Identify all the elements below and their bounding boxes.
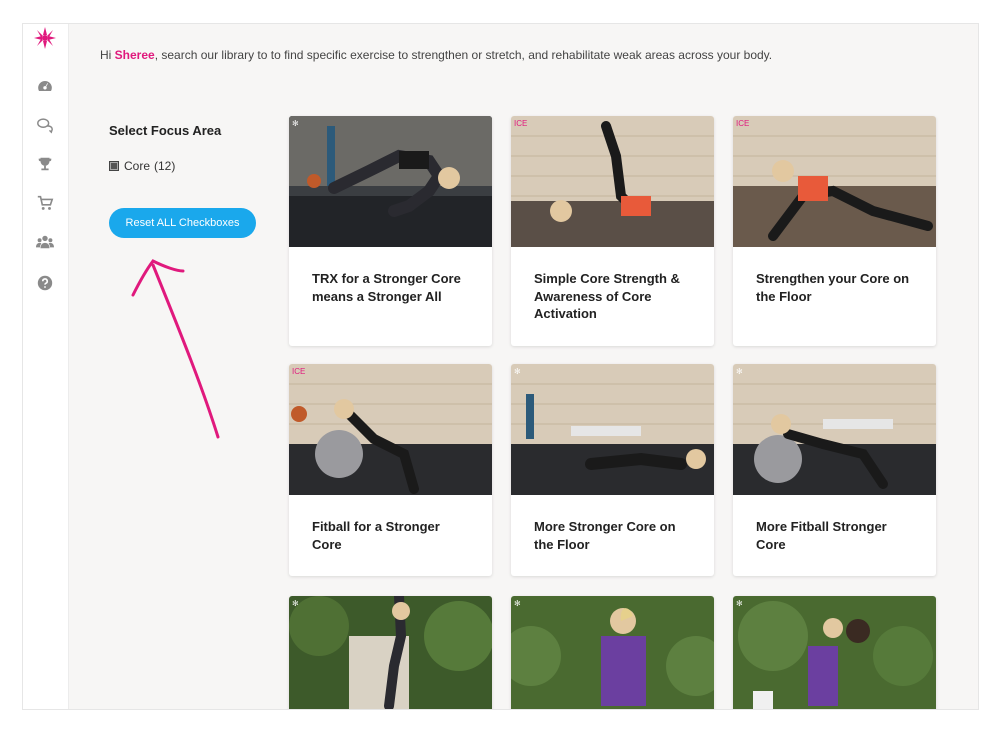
reset-checkboxes-button[interactable]: Reset ALL Checkboxes [109, 208, 256, 238]
greeting-suffix: , search our library to to find specific… [154, 48, 773, 62]
exercise-thumbnail: ICE [289, 364, 492, 495]
user-name: Sheree [114, 48, 155, 62]
exercise-thumbnail: ✻ [289, 596, 492, 709]
exercise-thumbnail: ✻ [511, 596, 714, 709]
exercise-card[interactable]: ✻ More Stronger Core on the Floor [511, 364, 714, 576]
annotation-arrow [131, 259, 220, 439]
greeting-text: Hi Sheree, search our library to to find… [100, 48, 772, 62]
exercise-card[interactable]: ✻ More Fitball Stronger Core [733, 364, 936, 576]
exercise-title: More Stronger Core on the Floor [534, 519, 676, 552]
core-checkbox[interactable] [109, 161, 119, 171]
community-icon[interactable] [34, 232, 56, 252]
brand-text: ICE [736, 119, 750, 128]
exercise-thumbnail: ✻ [511, 364, 714, 495]
exercise-card[interactable]: ✻ [733, 596, 936, 709]
exercise-title: More Fitball Stronger Core [756, 519, 887, 552]
exercise-title: TRX for a Stronger Core means a Stronger… [312, 271, 461, 304]
exercise-card[interactable]: ✻ [511, 596, 714, 709]
exercise-thumbnail: ✻ [733, 596, 936, 709]
exercise-card[interactable]: ICE Fitball for a Stronger Core [289, 364, 492, 576]
exercise-thumbnail: ICE [511, 116, 714, 247]
help-icon[interactable] [34, 273, 56, 293]
brand-mark-icon: ✻ [292, 119, 299, 128]
sidebar [23, 24, 69, 709]
exercise-title: Simple Core Strength & Awareness of Core… [534, 271, 680, 321]
brand-mark-icon: ✻ [292, 599, 299, 608]
trophy-icon[interactable] [34, 154, 56, 174]
focus-option-core[interactable]: Core (12) [109, 159, 175, 173]
brand-text: ICE [514, 119, 528, 128]
exercise-title: Fitball for a Stronger Core [312, 519, 440, 552]
greeting-prefix: Hi [100, 48, 115, 62]
exercise-title: Strengthen your Core on the Floor [756, 271, 910, 304]
exercise-card[interactable]: ✻ TRX for a Stronger Core means a Strong… [289, 116, 492, 346]
focus-option-label: Core [124, 159, 151, 173]
brand-mark-icon: ✻ [736, 367, 743, 376]
brand-logo[interactable] [32, 26, 58, 50]
brand-mark-icon: ✻ [736, 599, 743, 608]
exercise-card[interactable]: ✻ [289, 596, 492, 709]
focus-option-count: (12) [154, 159, 176, 173]
chat-icon[interactable] [34, 115, 56, 135]
app-frame: Hi Sheree, search our library to to find… [22, 23, 979, 710]
exercise-card[interactable]: ICE Simple Core Strength & Awareness of … [511, 116, 714, 346]
brand-mark-icon: ✻ [514, 599, 521, 608]
brand-text: ICE [292, 367, 306, 376]
exercise-thumbnail: ✻ [733, 364, 936, 495]
dashboard-icon[interactable] [34, 76, 56, 96]
exercise-thumbnail: ICE [733, 116, 936, 247]
exercise-thumbnail: ✻ [289, 116, 492, 247]
focus-area-title: Select Focus Area [109, 123, 222, 138]
brand-mark-icon: ✻ [514, 367, 521, 376]
exercise-card[interactable]: ICE Strengthen your Core on the Floor [733, 116, 936, 346]
cart-icon[interactable] [34, 193, 56, 213]
